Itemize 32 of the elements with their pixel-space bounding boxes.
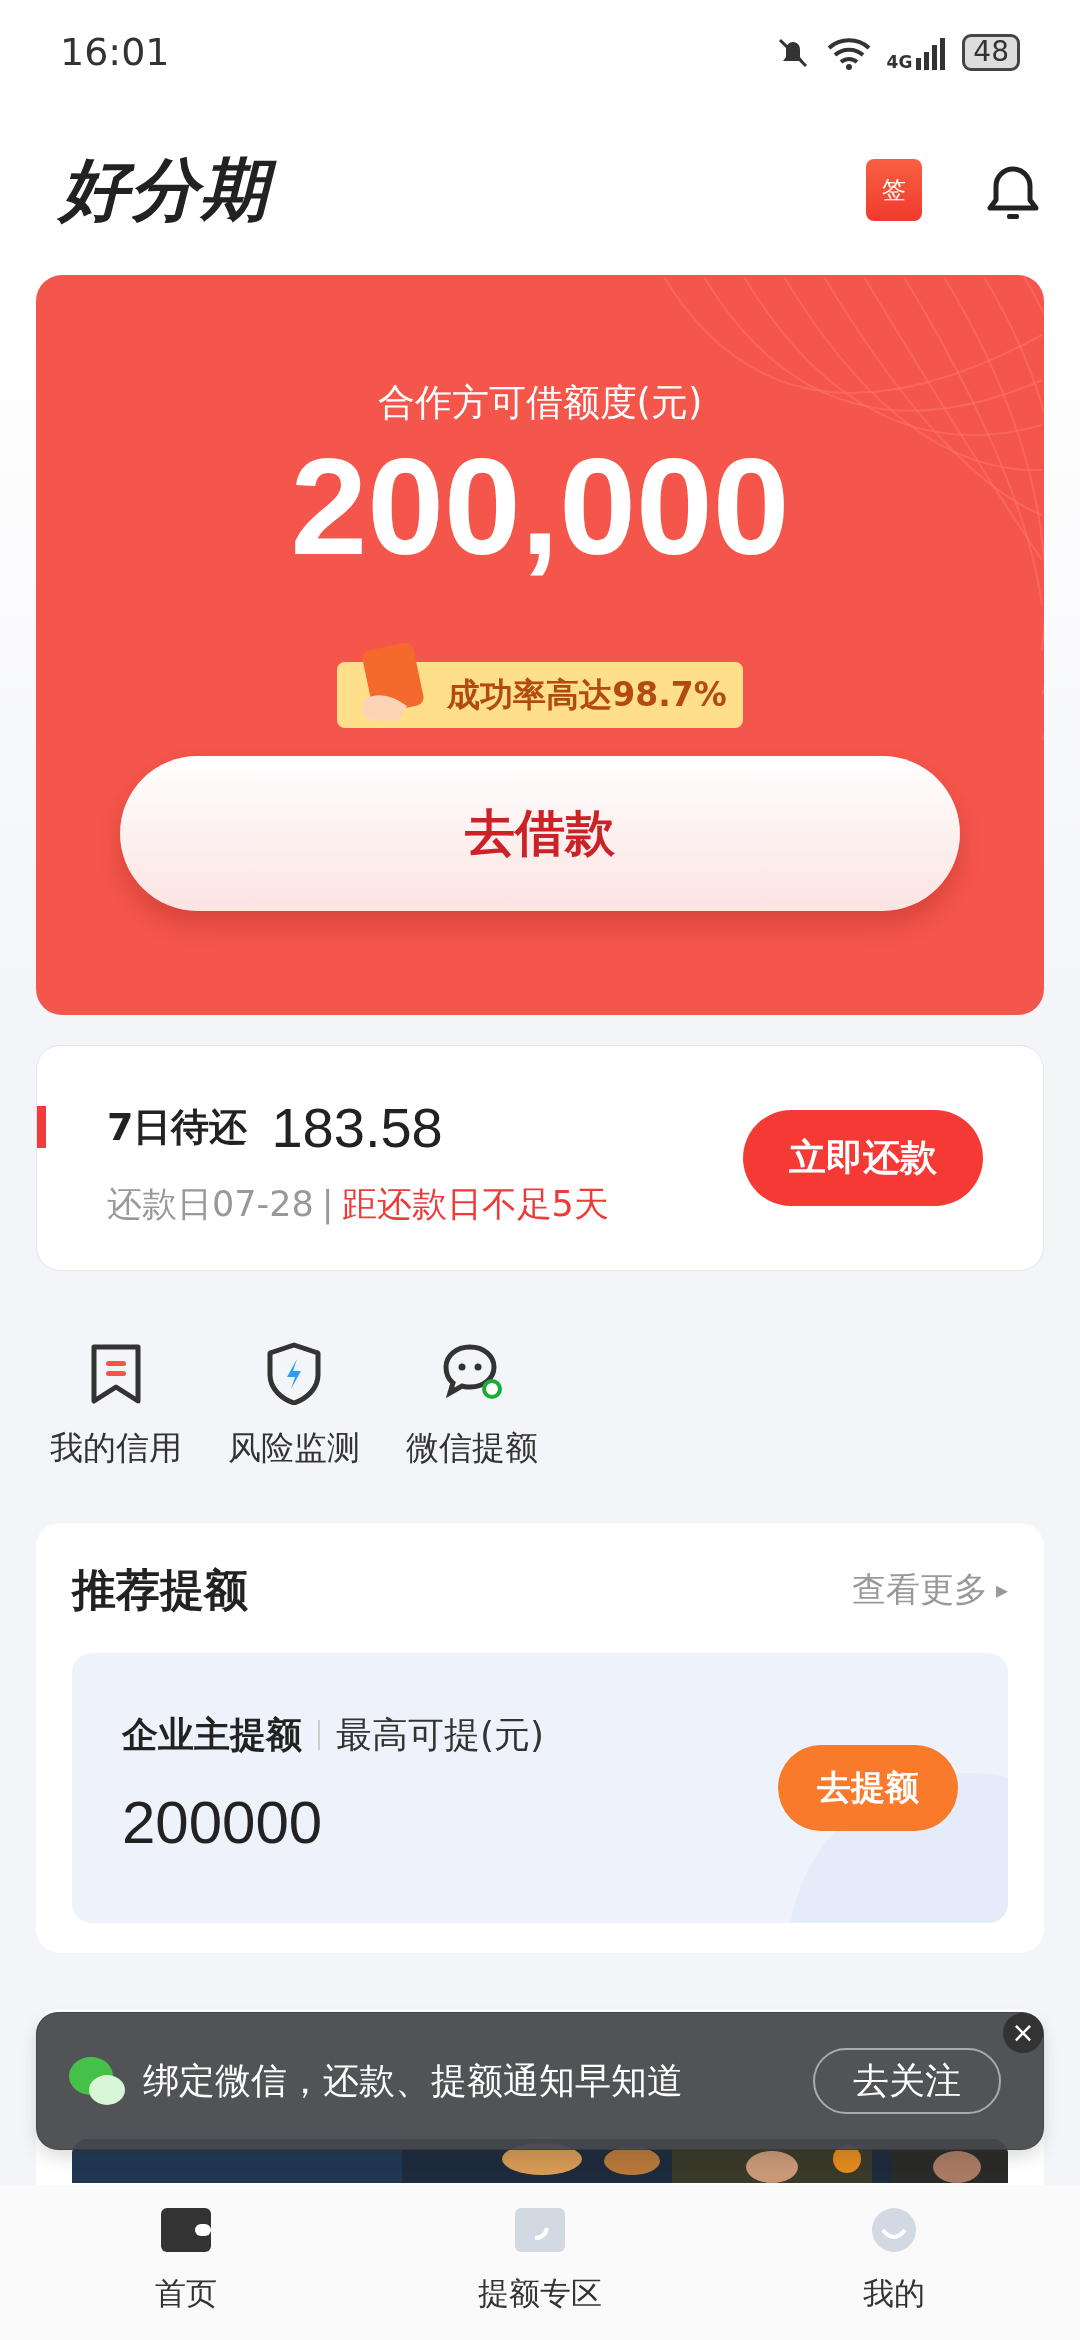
- status-time: 16:01: [60, 29, 170, 76]
- repayment-title: 7日待还: [107, 1104, 248, 1152]
- nav-tab[interactable]: 首页: [16, 2207, 356, 2318]
- separator: |: [321, 1182, 334, 1227]
- due-warning: 距还款日不足5天: [341, 1182, 609, 1226]
- accent-bar: [37, 1106, 46, 1148]
- nav-tab[interactable]: 我的: [724, 2207, 1064, 2318]
- section-title: 推荐提额: [72, 1562, 248, 1617]
- network-label: 4G: [886, 50, 913, 74]
- boost-amount: 200000: [122, 1787, 324, 1858]
- max-amount-label: 最高可提(元): [336, 1712, 545, 1757]
- due-date: 还款日07-28: [107, 1182, 314, 1226]
- close-button[interactable]: ×: [1003, 2013, 1043, 2053]
- signal-icon: [916, 35, 947, 70]
- borrow-button[interactable]: 去借款: [120, 755, 960, 911]
- shortcut-label[interactable]: 微信提额: [406, 1423, 538, 1473]
- wechat-icon: [67, 2054, 127, 2108]
- shortcut-label[interactable]: 我的信用: [50, 1423, 182, 1473]
- follow-button[interactable]: 去关注: [813, 2048, 1001, 2114]
- repay-now-button[interactable]: 立即还款: [743, 1110, 983, 1206]
- shortcut-label[interactable]: 风险监测: [228, 1423, 360, 1473]
- nav-tab[interactable]: 提额专区: [370, 2207, 710, 2318]
- credit-limit-label: 合作方可借额度(元): [377, 380, 703, 426]
- boost-name: 企业主提额: [122, 1712, 302, 1757]
- notification-text: 绑定微信，还款、提额通知早知道: [143, 2059, 683, 2103]
- me-tab-icon: [869, 2208, 919, 2253]
- repayment-amount: 183.58: [271, 1094, 443, 1161]
- credit-limit-amount: 200,000: [290, 430, 790, 583]
- wifi-icon: [826, 35, 871, 70]
- boost-tab-icon: [515, 2208, 565, 2253]
- battery-indicator: 48: [962, 34, 1020, 71]
- home-tab-icon: [161, 2208, 211, 2253]
